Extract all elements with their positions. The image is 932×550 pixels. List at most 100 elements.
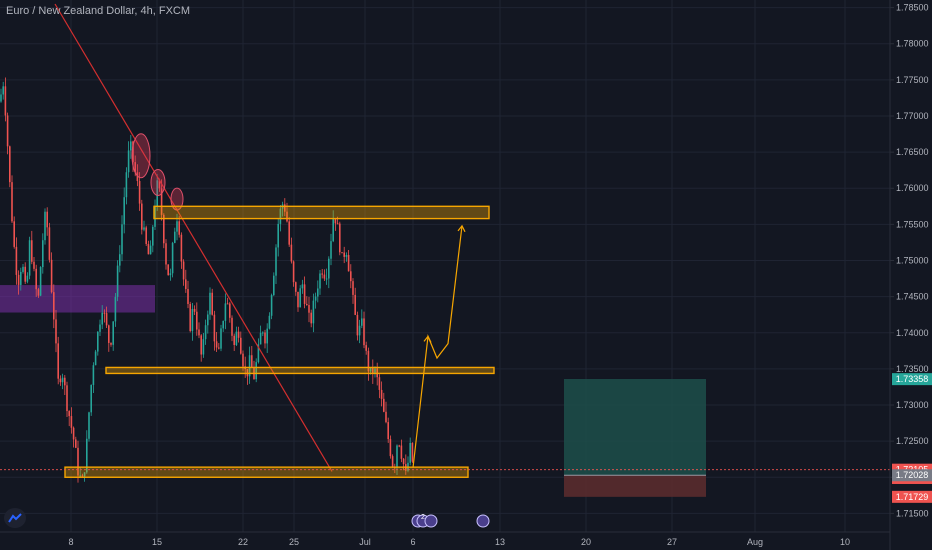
candle-body	[123, 197, 125, 225]
candle-body	[24, 266, 26, 282]
candle-body	[209, 292, 211, 315]
candle-body	[119, 254, 121, 266]
candle-body	[270, 295, 273, 316]
candle-body	[361, 318, 363, 326]
price-tick-label: 1.77000	[896, 111, 929, 121]
candle-body	[105, 313, 108, 326]
candle-body	[317, 288, 319, 297]
candle-body	[266, 328, 268, 344]
price-tick-label: 1.76500	[896, 147, 929, 157]
candle-body	[121, 224, 123, 255]
candles-layer	[0, 77, 414, 483]
event-markers-layer[interactable]: 2	[411, 514, 490, 528]
candle-body	[306, 303, 308, 305]
price-tick-label: 1.74000	[896, 328, 929, 338]
candle-body	[385, 411, 387, 423]
candle-body	[391, 456, 394, 467]
candle-body	[72, 427, 75, 440]
candle-body	[182, 261, 185, 280]
candle-body	[242, 353, 244, 367]
candle-body	[130, 141, 132, 151]
candle-body	[101, 312, 103, 325]
trendline-layer[interactable]	[54, 3, 333, 472]
candle-body	[402, 458, 405, 465]
candle-body	[112, 321, 114, 345]
candle-body	[310, 312, 312, 324]
candle-body	[332, 218, 334, 242]
candle-body	[321, 273, 323, 275]
candle-body	[220, 328, 222, 349]
price-tick-label: 1.78000	[896, 39, 929, 49]
candle-body	[277, 223, 279, 248]
candle-body	[15, 246, 18, 275]
candle-body	[288, 221, 290, 245]
candle-body	[35, 268, 37, 290]
target-box	[564, 378, 706, 476]
candle-body	[400, 445, 403, 459]
candle-body	[189, 303, 191, 332]
candle-body	[325, 278, 328, 280]
time-tick-label: 15	[152, 537, 162, 547]
candle-body	[319, 273, 321, 289]
candle-body	[222, 320, 224, 329]
purple-zone	[0, 285, 155, 313]
candle-body	[152, 226, 154, 246]
candle-body	[64, 377, 66, 386]
candle-body	[90, 384, 92, 413]
candle-body	[213, 314, 216, 342]
candle-body	[275, 247, 277, 276]
candle-body	[358, 325, 361, 336]
candle-body	[37, 289, 40, 296]
candle-body	[187, 289, 189, 304]
candle-body	[352, 281, 354, 295]
candle-body	[389, 439, 392, 457]
candle-body	[50, 259, 53, 293]
candle-body	[295, 282, 297, 292]
candle-body	[299, 288, 301, 308]
candle-body	[336, 223, 339, 225]
time-tick-label: 20	[581, 537, 591, 547]
orange-zone	[64, 466, 469, 478]
candle-body	[174, 231, 176, 243]
candle-body	[17, 274, 20, 285]
candle-body	[145, 227, 147, 244]
candle-body	[231, 317, 233, 336]
candle-body	[149, 245, 152, 255]
candle-body	[180, 234, 183, 262]
time-tick-label: 8	[68, 537, 73, 547]
candle-body	[312, 300, 315, 324]
candle-body	[339, 223, 341, 253]
long-position-tool[interactable]	[564, 378, 706, 497]
price-chart[interactable]: 2 1.78500 1.78000 1.77500 1.77000 1.76500 1.7…	[0, 0, 932, 550]
time-tick-label: Jul	[359, 537, 371, 547]
candle-body	[88, 412, 90, 439]
touch-ellipse	[150, 168, 166, 196]
candle-body	[218, 347, 220, 349]
candle-body	[301, 284, 304, 289]
chart-window: 2 1.78500 1.78000 1.77500 1.77000 1.76500 1.7…	[0, 0, 932, 550]
candle-body	[345, 254, 348, 257]
candle-body	[343, 252, 345, 257]
candle-body	[411, 442, 414, 462]
candle-body	[165, 243, 167, 265]
candle-body	[334, 218, 337, 224]
candle-body	[380, 389, 383, 399]
candle-body	[233, 335, 235, 346]
candle-body	[33, 261, 35, 269]
time-axis[interactable]: 8 15 22 25 Jul 6 13 20 27 Aug 10	[0, 531, 890, 547]
candle-body	[97, 331, 99, 352]
candle-body	[127, 150, 130, 173]
trendline	[54, 3, 333, 472]
orange-zone	[153, 205, 490, 220]
candle-body	[240, 337, 242, 354]
candle-body	[61, 377, 64, 383]
candle-body	[308, 304, 310, 313]
time-tick-label: 13	[495, 537, 505, 547]
projection-arrow-layer[interactable]	[412, 224, 466, 468]
candle-body	[147, 243, 150, 255]
candle-body	[141, 203, 143, 230]
candle-body	[262, 332, 264, 334]
candle-body	[4, 86, 7, 116]
tradingview-logo[interactable]	[4, 508, 26, 528]
event-count-label: 2	[421, 514, 425, 521]
